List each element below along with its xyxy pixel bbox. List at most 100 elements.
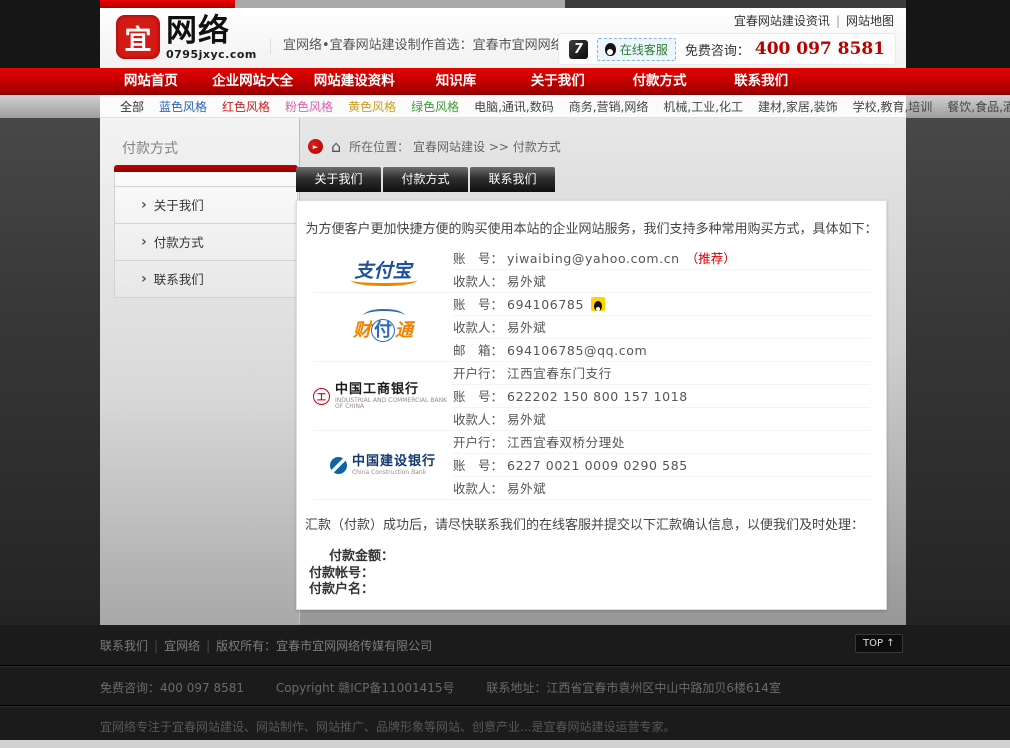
confirm-field: 付款户名：: [309, 582, 886, 599]
subnav-link[interactable]: 粉色风格: [285, 98, 333, 115]
breadcrumb-site-link[interactable]: 宜春网站建设: [413, 140, 485, 154]
sidebar-item[interactable]: ›关于我们: [115, 186, 297, 223]
nav-item[interactable]: 网站建设资料: [303, 68, 405, 95]
footer: 联系我们 | 宜网络 | 版权所有：宜春市宜网网络传媒有限公司 TOP ↑ 免费咨询：4…: [0, 625, 1010, 740]
payment-line: 收款人：易外斌: [453, 477, 870, 500]
nav-item[interactable]: 企业网站大全: [202, 68, 304, 95]
logo-name: 网络: [166, 15, 257, 48]
subnav-link[interactable]: 黄色风格: [348, 98, 396, 115]
ccb-logo: 中国建设银行China Construction Bank: [330, 455, 436, 476]
icbc-icon: 工: [313, 388, 330, 405]
subnav-link[interactable]: 电脑,通讯,数码: [474, 98, 554, 115]
site-logo[interactable]: 宜 网络 0795jxyc.com: [116, 15, 257, 61]
recommended-label: （推荐）: [686, 247, 736, 270]
nav-item[interactable]: 网站首页: [100, 68, 202, 95]
payment-logo-cell: 财付通: [313, 293, 453, 362]
breadcrumb-separator: >>: [489, 140, 509, 154]
top-link-news[interactable]: 宜春网站建设资讯: [734, 14, 830, 28]
hotline-label: 免费咨询：: [685, 40, 750, 59]
field-label: 开户行：: [453, 362, 503, 385]
payment-line: 账 号：622202 150 800 157 1018: [453, 385, 870, 408]
footer-link-site[interactable]: 宜网络: [164, 639, 200, 653]
subnav-link[interactable]: 餐饮,食品,酒类: [947, 98, 1010, 115]
top-decor-strip: [100, 0, 906, 8]
qq-service-button[interactable]: 在线客服: [597, 38, 676, 61]
logo-domain: 0795jxyc.com: [166, 48, 257, 61]
payment-row: 工中国工商银行INDUSTRIAL AND COMMERCIAL BANK OF…: [313, 362, 870, 431]
payment-details: 账 号：yiwaibing@yahoo.com.cn（推荐）收款人：易外斌: [453, 247, 870, 293]
up-arrow-icon: ↑: [886, 638, 894, 649]
field-value: 易外斌: [507, 408, 546, 431]
nav-item[interactable]: 关于我们: [507, 68, 609, 95]
qq-penguin-icon: [605, 43, 616, 56]
home-icon[interactable]: ⌂: [331, 139, 341, 154]
subnav-link[interactable]: 蓝色风格: [159, 98, 207, 115]
sidebar-item-label: 关于我们: [154, 187, 204, 224]
tab-bar: 关于我们付款方式联系我们: [296, 167, 555, 192]
field-value: 江西宜春东门支行: [507, 362, 612, 385]
back-to-top-button[interactable]: TOP ↑: [855, 634, 903, 653]
hotline: 免费咨询： 400 097 8581: [685, 39, 885, 59]
confirm-field: 付款金额：: [309, 549, 886, 566]
footer-address: 联系地址：江西省宜春市袁州区中山中路加贝6楼614室: [486, 681, 781, 695]
footer-row-copyright: 联系我们 | 宜网络 | 版权所有：宜春市宜网网络传媒有限公司: [100, 637, 432, 654]
footer-link-contact[interactable]: 联系我们: [100, 639, 148, 653]
field-value: 694106785: [507, 293, 584, 316]
bottom-strip: [0, 740, 1010, 748]
subnav-link[interactable]: 机械,工业,化工: [663, 98, 743, 115]
nav-item[interactable]: 知识库: [405, 68, 507, 95]
main-nav: 网站首页企业网站大全网站建设资料知识库关于我们付款方式联系我们: [0, 68, 1010, 95]
confirm-fields: 付款金额：付款帐号：付款户名：: [309, 549, 886, 599]
tab[interactable]: 关于我们: [296, 167, 381, 192]
messenger-icon[interactable]: 7: [569, 40, 588, 59]
subnav: 全部蓝色风格红色风格粉色风格黄色风格绿色风格电脑,通讯,数码商务,营销,网络机械…: [100, 95, 906, 118]
payment-details: 开户行：江西宜春东门支行账 号：622202 150 800 157 1018收…: [453, 362, 870, 431]
alipay-logo: 支付宝: [354, 256, 411, 283]
payment-line: 收款人：易外斌: [453, 408, 870, 431]
sidebar-item[interactable]: ›联系我们: [115, 260, 297, 297]
field-label: 开户行：: [453, 431, 503, 454]
decor-segment-dark: [565, 0, 906, 8]
sidebar-item[interactable]: ›付款方式: [115, 223, 297, 260]
divider: |: [154, 639, 158, 653]
nav-item[interactable]: 付款方式: [609, 68, 711, 95]
subnav-link[interactable]: 绿色风格: [411, 98, 459, 115]
divider: |: [206, 639, 210, 653]
footer-row-info: 免费咨询：400 097 8581 Copyright 赣ICP备1100141…: [100, 679, 809, 696]
top-link-sitemap[interactable]: 网站地图: [846, 14, 894, 28]
sidebar-title: 付款方式: [122, 138, 178, 158]
footer-copyright: 版权所有：宜春市宜网网络传媒有限公司: [216, 639, 432, 653]
payment-line: 收款人：易外斌: [453, 316, 870, 339]
topbar-links: 宜春网站建设资讯|网站地图: [734, 12, 894, 29]
subnav-link[interactable]: 红色风格: [222, 98, 270, 115]
payment-row: 中国建设银行China Construction Bank 开户行：江西宜春双桥分…: [313, 431, 870, 500]
tab[interactable]: 联系我们: [470, 167, 555, 192]
field-label: 收款人：: [453, 316, 503, 339]
breadcrumb-prefix: 所在位置：: [349, 140, 409, 154]
payment-details: 开户行：江西宜春双桥分理处账 号：6227 0021 0009 0290 585…: [453, 431, 870, 500]
nav-item[interactable]: 联系我们: [710, 68, 812, 95]
payment-table: 支付宝账 号：yiwaibing@yahoo.com.cn（推荐）收款人：易外斌…: [313, 247, 870, 500]
field-value: 6227 0021 0009 0290 585: [507, 454, 688, 477]
sidebar-menu: ›关于我们›付款方式›联系我们: [114, 165, 298, 298]
payment-details: 账 号：694106785收款人：易外斌邮 箱：694106785@qq.com: [453, 293, 870, 362]
subnav-link[interactable]: 学校,教育,培训: [853, 98, 933, 115]
payment-logo-cell: 支付宝: [313, 247, 453, 293]
subnav-link[interactable]: 建材,家居,装饰: [758, 98, 838, 115]
intro-text: 为方便客户更加快捷方便的购买使用本站的企业网站服务，我们支持多种常用购买方式，具…: [297, 218, 886, 237]
payment-logo-cell: 工中国工商银行INDUSTRIAL AND COMMERCIAL BANK OF…: [313, 362, 453, 431]
field-value: yiwaibing@yahoo.com.cn: [507, 247, 680, 270]
ccb-icon: [330, 457, 347, 474]
tab[interactable]: 付款方式: [383, 167, 468, 192]
logo-seal-icon: 宜: [116, 15, 160, 59]
qq-service-label: 在线客服: [620, 41, 668, 58]
footer-hotline: 免费咨询：400 097 8581: [100, 681, 244, 695]
subnav-link[interactable]: 全部: [120, 98, 144, 115]
arrow-circle-icon: ►: [308, 139, 323, 154]
subnav-link[interactable]: 商务,营销,网络: [569, 98, 649, 115]
payment-line: 开户行：江西宜春东门支行: [453, 362, 870, 385]
subnav-band: 全部蓝色风格红色风格粉色风格黄色风格绿色风格电脑,通讯,数码商务,营销,网络机械…: [0, 95, 1010, 118]
payment-row: 财付通账 号：694106785收款人：易外斌邮 箱：694106785@qq.…: [313, 293, 870, 362]
breadcrumb-current: 付款方式: [513, 140, 561, 154]
field-value: 易外斌: [507, 316, 546, 339]
